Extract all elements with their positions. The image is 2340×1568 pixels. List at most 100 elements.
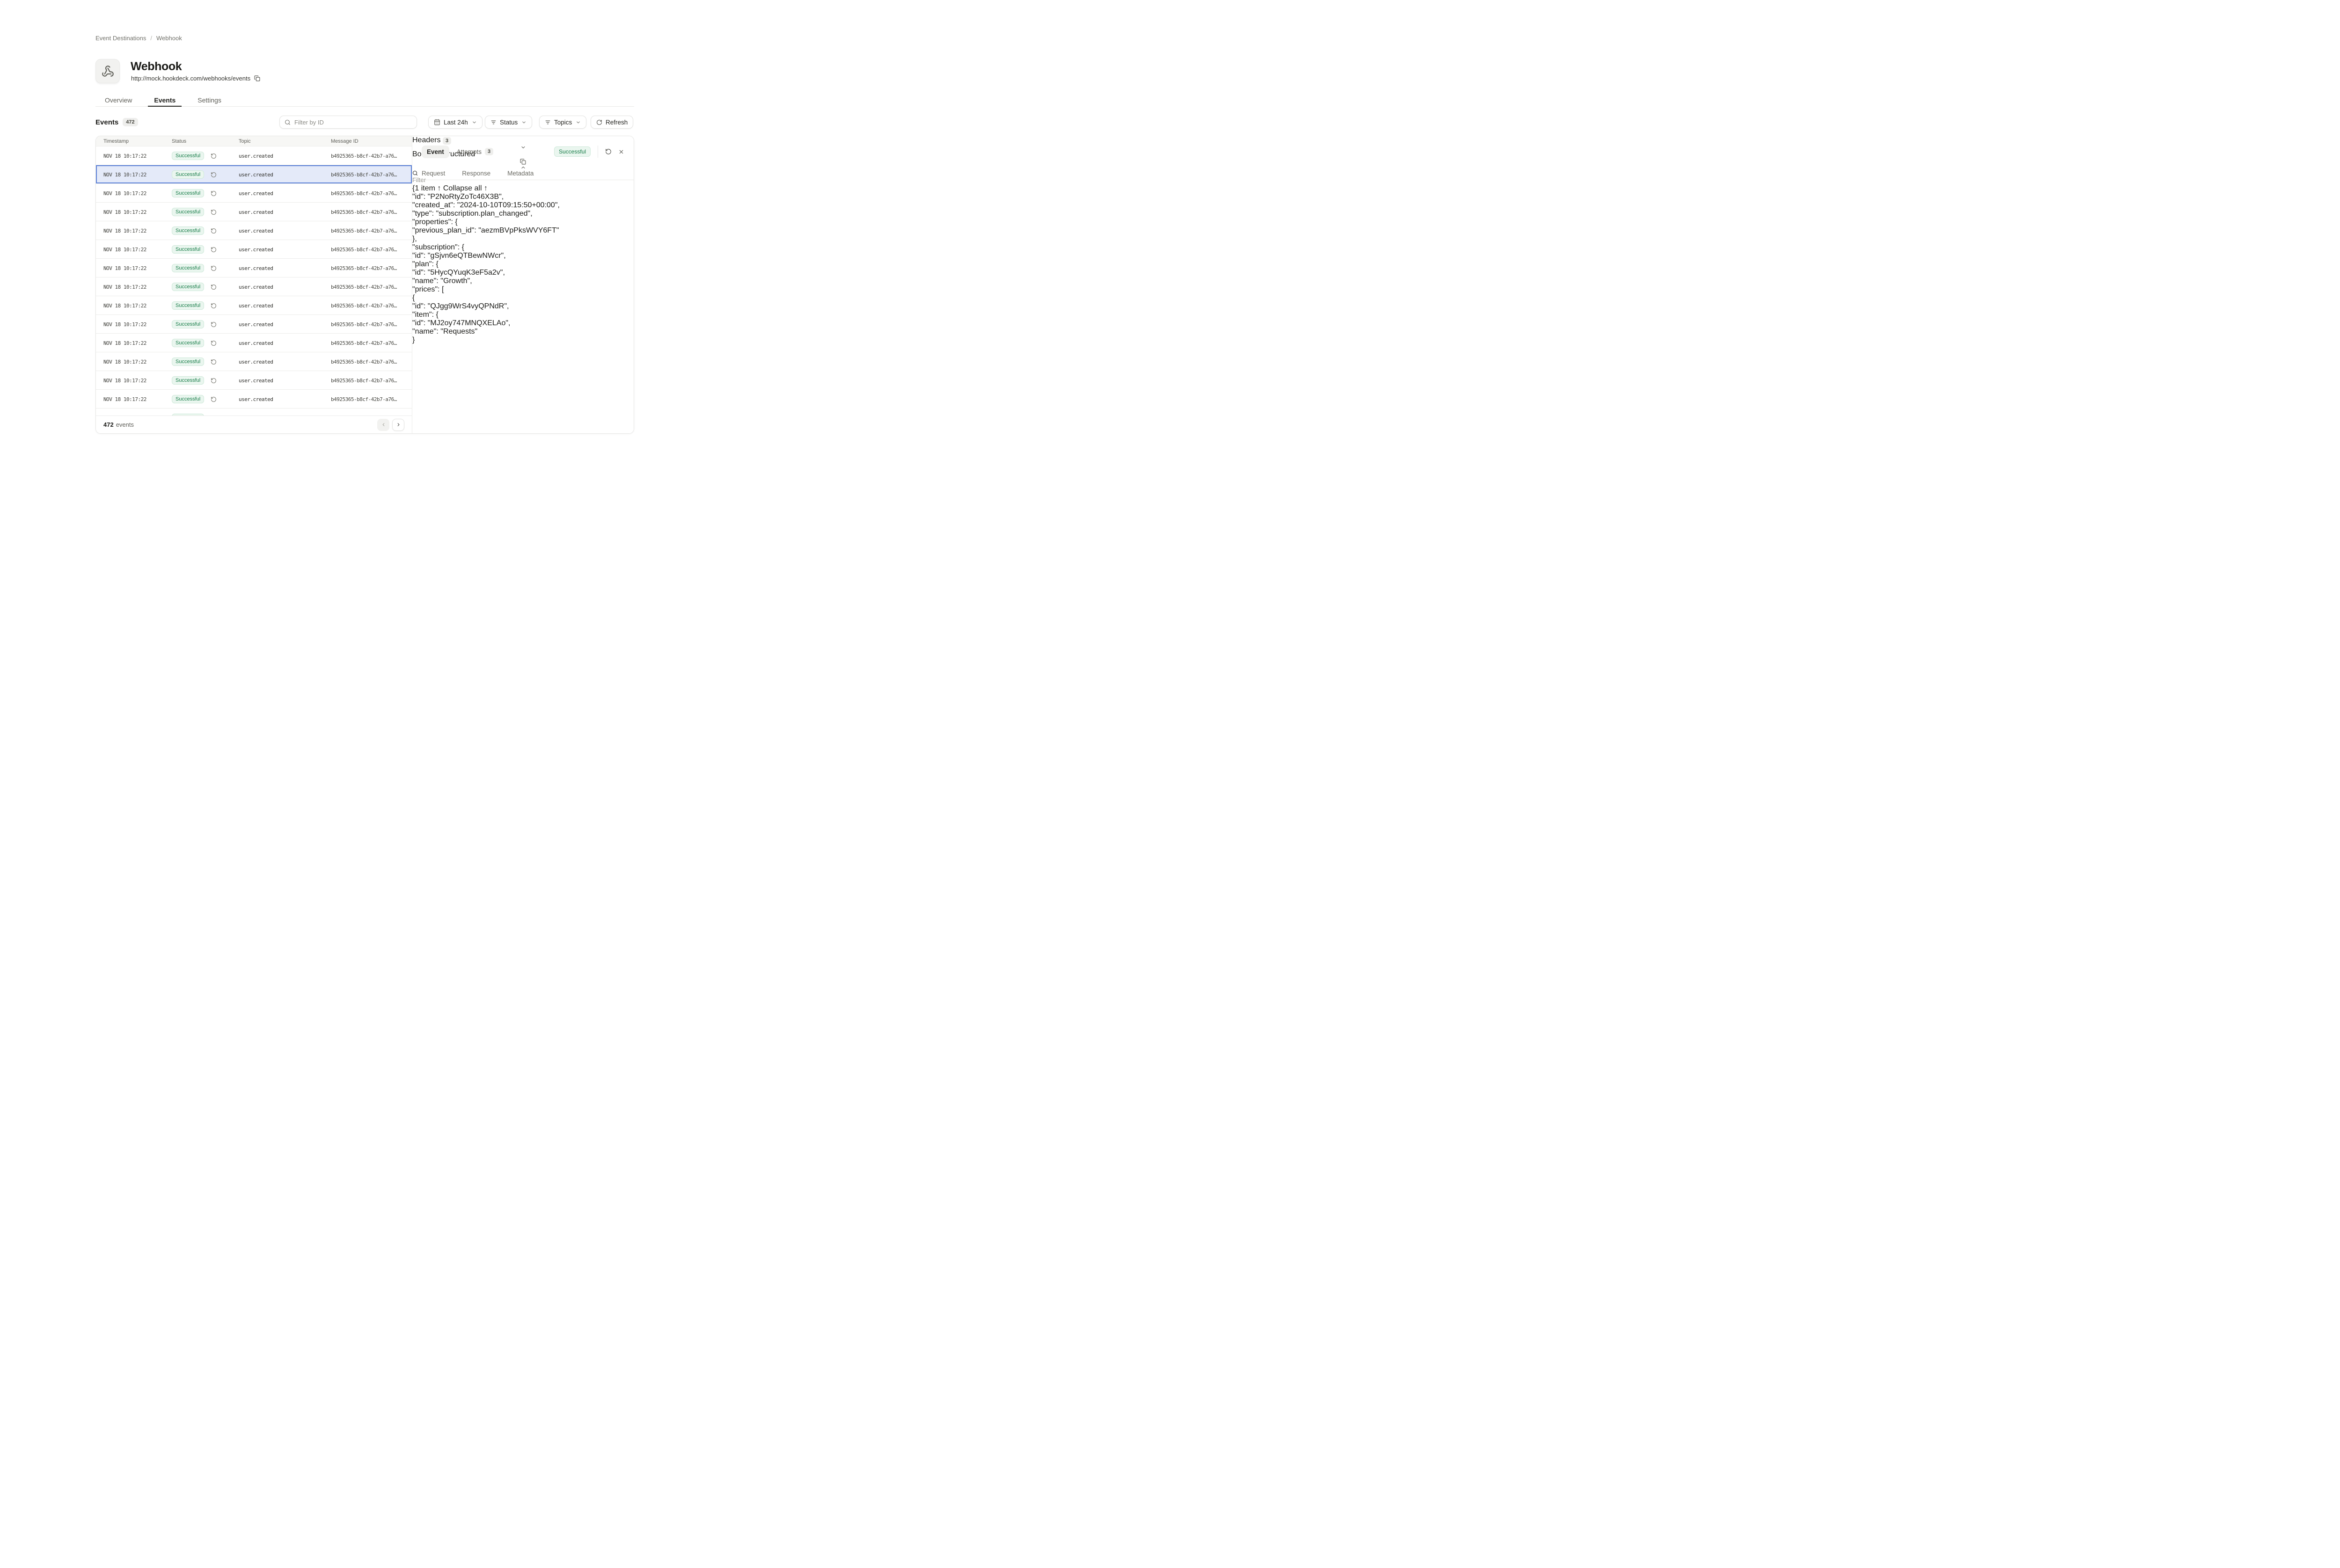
- detail-tab-event[interactable]: Event: [422, 146, 449, 158]
- status-badge: Successful: [554, 146, 591, 157]
- row-topic: user.created: [239, 184, 273, 203]
- column-header-status: Status: [172, 136, 186, 146]
- row-message-id: b4925365-b8cf-42b7-a76…: [331, 259, 397, 277]
- row-timestamp: NOV 18 10:17:22: [103, 259, 146, 277]
- json-items-summary[interactable]: {1 item ↑: [412, 184, 441, 192]
- json-viewer: {1 item ↑ Collapse all ↑ "id": "P2NoRtyZ…: [412, 184, 634, 344]
- row-message-id: b4925365-b8cf-42b7-a76…: [331, 240, 397, 259]
- row-topic: user.created: [239, 165, 273, 184]
- table-header: Timestamp Status Topic Message ID: [96, 136, 412, 146]
- json-line: "item": {: [412, 311, 634, 319]
- json-line: "name": "Growth",: [412, 277, 634, 285]
- tab-overview[interactable]: Overview: [99, 94, 138, 106]
- retry-icon[interactable]: [211, 321, 217, 328]
- filter-lines-icon: [490, 119, 497, 125]
- detail-content-tabs: Request Response Metadata: [412, 167, 634, 180]
- retry-event-icon[interactable]: [605, 148, 612, 155]
- row-message-id: b4925365-b8cf-42b7-a76…: [331, 334, 397, 352]
- detail-tab-attempts[interactable]: Attempts 3: [457, 148, 493, 155]
- footer-event-label: events: [116, 421, 134, 428]
- column-header-topic: Topic: [239, 136, 251, 146]
- retry-icon[interactable]: [211, 190, 217, 197]
- table-row[interactable]: NOV 18 10:17:22Successfuluser.createdb49…: [96, 184, 412, 203]
- table-row[interactable]: NOV 18 10:17:22Successfuluser.createdb49…: [96, 277, 412, 296]
- status-filter-button[interactable]: Status: [485, 116, 532, 129]
- table-row[interactable]: NOV 18 10:17:22Successfuluser.createdb49…: [96, 371, 412, 390]
- retry-icon[interactable]: [211, 378, 217, 384]
- row-message-id: b4925365-b8cf-42b7-a76…: [331, 371, 397, 390]
- table-row[interactable]: NOV 18 10:17:22Successfuluser.createdb49…: [96, 296, 412, 315]
- table-row[interactable]: NOV 18 10:17:22Successfuluser.createdb49…: [96, 240, 412, 259]
- retry-icon[interactable]: [211, 153, 217, 159]
- table-row[interactable]: NOV 18 10:17:22Successfuluser.createdb49…: [96, 315, 412, 334]
- chevron-down-icon: [521, 120, 526, 125]
- row-timestamp: NOV 18 10:17:22: [103, 165, 146, 184]
- search-input[interactable]: [294, 119, 412, 126]
- retry-icon[interactable]: [211, 265, 217, 271]
- time-range-button[interactable]: Last 24h: [428, 116, 483, 129]
- table-row[interactable]: NOV 18 10:17:22Successfuluser.createdb49…: [96, 352, 412, 371]
- retry-icon[interactable]: [211, 209, 217, 215]
- row-topic: user.created: [239, 371, 273, 390]
- refresh-button[interactable]: Refresh: [591, 116, 633, 129]
- filter-by-id-search[interactable]: [279, 116, 417, 129]
- table-row[interactable]: NOV 18 10:17:22Successfuluser.createdb49…: [96, 390, 412, 408]
- retry-icon[interactable]: [211, 303, 217, 309]
- row-status-badge: Successful: [172, 226, 204, 235]
- filter-lines-icon: [545, 119, 551, 125]
- row-topic: user.created: [239, 296, 273, 315]
- tab-request[interactable]: Request: [417, 167, 450, 180]
- json-line: "id": "MJ2oy747MNQXELAo",: [412, 319, 634, 328]
- webhook-avatar: [95, 59, 120, 83]
- webhook-url: http://mock.hookdeck.com/webhooks/events: [131, 75, 250, 82]
- table-row[interactable]: NOV 18 10:17:22Successfuluser.createdb49…: [96, 146, 412, 165]
- copy-url-icon[interactable]: [254, 75, 260, 81]
- retry-icon[interactable]: [211, 284, 217, 290]
- row-timestamp: NOV 18 10:17:22: [103, 221, 146, 240]
- row-topic: user.created: [239, 146, 273, 165]
- table-row[interactable]: NOV 18 10:17:22Successfuluser.createdb49…: [96, 334, 412, 352]
- breadcrumb-separator: /: [150, 35, 152, 42]
- nav-tabs: Overview Events Settings: [95, 94, 634, 107]
- events-count-badge: 472: [123, 118, 138, 126]
- row-message-id: b4925365-b8cf-42b7-a76…: [331, 221, 397, 240]
- table-row[interactable]: NOV 18 10:17:22Successfuluser.createdb49…: [96, 221, 412, 240]
- tab-metadata[interactable]: Metadata: [502, 167, 539, 180]
- tab-settings[interactable]: Settings: [191, 94, 227, 106]
- row-status-badge: Successful: [172, 357, 204, 366]
- next-page-button[interactable]: [392, 419, 404, 431]
- chevron-down-icon: [576, 120, 581, 125]
- row-status-badge: Successful: [172, 208, 204, 216]
- chevron-down-icon: [472, 120, 477, 125]
- row-timestamp: NOV 18 10:17:22: [103, 184, 146, 203]
- table-row[interactable]: NOV 18 10:17:22Successfuluser.createdb49…: [96, 165, 412, 184]
- json-line: "subscription": {: [412, 243, 634, 252]
- retry-icon[interactable]: [211, 247, 217, 253]
- row-status-badge: Successful: [172, 320, 204, 328]
- attempts-count-badge: 3: [485, 148, 493, 155]
- close-icon[interactable]: [618, 149, 624, 155]
- json-line: "id": "gSjvn6eQTBewNWcr",: [412, 252, 634, 260]
- prev-page-button[interactable]: [377, 419, 389, 431]
- row-topic: user.created: [239, 390, 273, 408]
- tab-events[interactable]: Events: [148, 94, 182, 106]
- row-status-badge: Successful: [172, 376, 204, 385]
- row-status-badge: Successful: [172, 339, 204, 347]
- retry-icon[interactable]: [211, 396, 217, 402]
- table-row[interactable]: NOV 18 10:17:22Successfuluser.createdb49…: [96, 259, 412, 277]
- row-message-id: b4925365-b8cf-42b7-a76…: [331, 184, 397, 203]
- breadcrumb-event-destinations[interactable]: Event Destinations: [95, 35, 146, 42]
- topics-filter-button[interactable]: Topics: [539, 116, 586, 129]
- footer-event-count: 472: [103, 421, 114, 428]
- row-timestamp: NOV 18 10:17:22: [103, 240, 146, 259]
- row-topic: user.created: [239, 203, 273, 221]
- tab-response[interactable]: Response: [457, 167, 496, 180]
- retry-icon[interactable]: [211, 340, 217, 346]
- row-topic: user.created: [239, 259, 273, 277]
- retry-icon[interactable]: [211, 228, 217, 234]
- row-timestamp: NOV 18 10:17:22: [103, 277, 146, 296]
- table-row[interactable]: NOV 18 10:17:22Successfuluser.createdb49…: [96, 203, 412, 221]
- retry-icon[interactable]: [211, 359, 217, 365]
- collapse-all-button[interactable]: Collapse all ↑: [443, 184, 488, 192]
- retry-icon[interactable]: [211, 172, 217, 178]
